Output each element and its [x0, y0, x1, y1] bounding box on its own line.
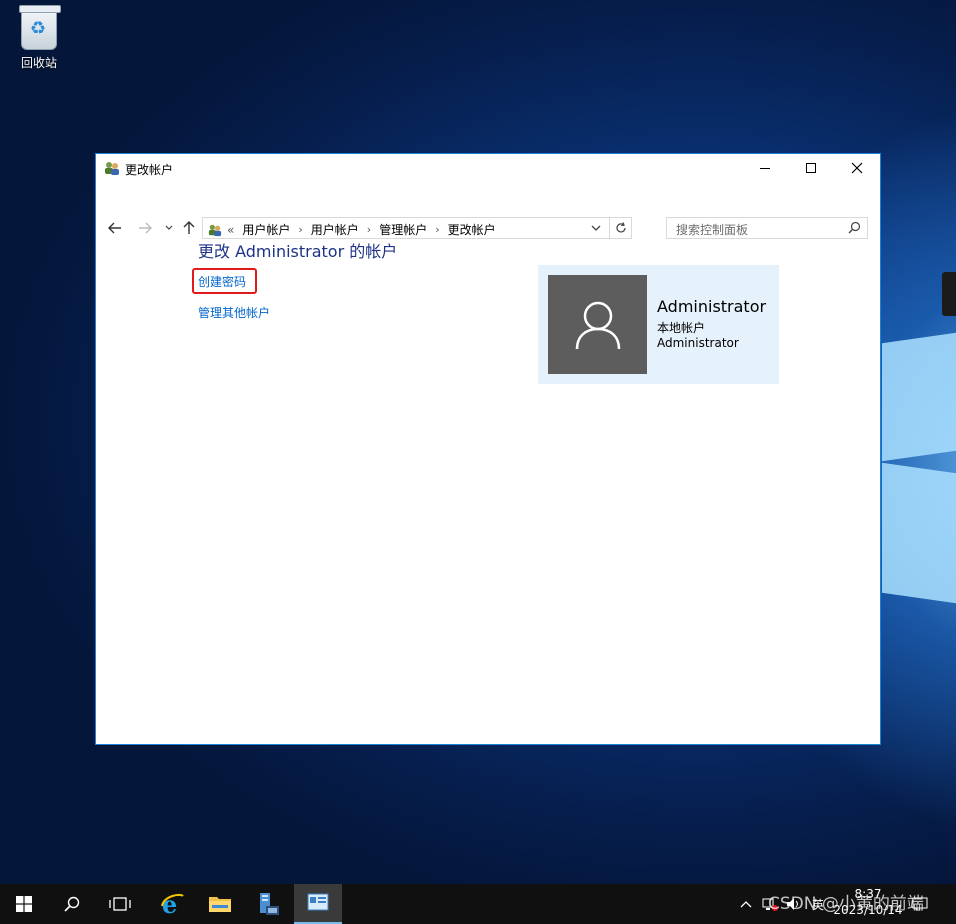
recent-locations-chevron-icon[interactable]	[165, 225, 173, 231]
refresh-icon	[615, 222, 626, 233]
task-view-button[interactable]	[96, 884, 144, 924]
window-title: 更改帐户	[125, 163, 174, 177]
search-placeholder: 搜索控制面板	[676, 223, 749, 237]
address-bar[interactable]: « 用户帐户 › 用户帐户 › 管理帐户 › 更改帐户	[202, 217, 632, 239]
watermark: CSDN @小黄的前端	[768, 894, 924, 914]
minimize-icon	[760, 167, 770, 169]
back-arrow-icon[interactable]	[108, 222, 122, 234]
chevron-up-icon	[740, 901, 752, 908]
task-view-icon	[109, 897, 131, 911]
search-icon[interactable]	[848, 221, 861, 234]
start-button[interactable]	[0, 884, 48, 924]
breadcrumb-change-account[interactable]: 更改帐户	[448, 221, 496, 238]
server-manager-icon	[260, 893, 279, 915]
recycle-bin-shortcut[interactable]: ♻ 回收站	[10, 5, 68, 71]
breadcrumb-user-accounts-1[interactable]: 用户帐户	[242, 221, 290, 238]
control-panel-icon	[208, 224, 222, 236]
recycle-bin-icon: ♻	[19, 5, 61, 50]
close-button[interactable]	[834, 154, 880, 182]
chevron-right-icon[interactable]: ›	[367, 223, 371, 236]
file-explorer-taskbar-button[interactable]	[196, 884, 244, 924]
user-name: Administrator	[657, 297, 767, 316]
manage-other-accounts-link[interactable]: 管理其他帐户	[198, 304, 270, 321]
breadcrumb-user-accounts-2[interactable]: 用户帐户	[311, 221, 359, 238]
breadcrumb-overflow[interactable]: «	[227, 223, 234, 237]
account-group: Administrator	[657, 336, 739, 350]
control-panel-window: 更改帐户 « 用户帐户 › 用户帐户 › 管理帐户 › 更改帐户 搜索控制面板 …	[95, 153, 881, 745]
user-account-card: Administrator 本地帐户 Administrator	[538, 265, 779, 384]
show-hidden-icons-button[interactable]	[740, 884, 752, 924]
refresh-button[interactable]	[609, 218, 631, 238]
forward-arrow-icon[interactable]	[138, 222, 152, 234]
create-password-link[interactable]: 创建密码	[198, 273, 246, 290]
control-panel-taskbar-button[interactable]	[294, 884, 342, 924]
internet-explorer-icon: e	[161, 892, 184, 916]
chevron-right-icon[interactable]: ›	[435, 223, 439, 236]
page-title: 更改 Administrator 的帐户	[198, 242, 398, 261]
wallpaper-logo-pane	[882, 332, 956, 462]
up-arrow-icon[interactable]	[183, 221, 195, 235]
breadcrumb-manage-accounts[interactable]: 管理帐户	[379, 221, 427, 238]
windows-icon	[16, 896, 32, 912]
folder-icon	[209, 897, 231, 912]
user-icon	[575, 301, 620, 349]
search-box[interactable]: 搜索控制面板	[666, 217, 868, 239]
minimize-button[interactable]	[742, 154, 788, 182]
maximize-icon	[806, 163, 816, 173]
close-icon	[851, 162, 863, 174]
address-dropdown-icon[interactable]	[591, 224, 601, 232]
breadcrumb: « 用户帐户 › 用户帐户 › 管理帐户 › 更改帐户	[207, 221, 496, 238]
avatar	[548, 275, 647, 374]
maximize-button[interactable]	[788, 154, 834, 182]
wallpaper-logo-pane	[882, 462, 956, 604]
navigation-bar: « 用户帐户 › 用户帐户 › 管理帐户 › 更改帐户 搜索控制面板	[96, 182, 880, 239]
recycle-bin-label: 回收站	[20, 56, 57, 70]
server-manager-taskbar-button[interactable]	[244, 884, 292, 924]
account-type: 本地帐户	[657, 321, 706, 335]
internet-explorer-taskbar-button[interactable]: e	[148, 884, 196, 924]
search-icon	[64, 896, 80, 912]
search-button[interactable]	[48, 884, 96, 924]
control-panel-icon	[307, 893, 329, 911]
users-icon	[105, 162, 119, 175]
side-panel-handle[interactable]	[942, 272, 956, 316]
title-bar[interactable]: 更改帐户	[96, 154, 880, 182]
chevron-right-icon[interactable]: ›	[298, 223, 302, 236]
